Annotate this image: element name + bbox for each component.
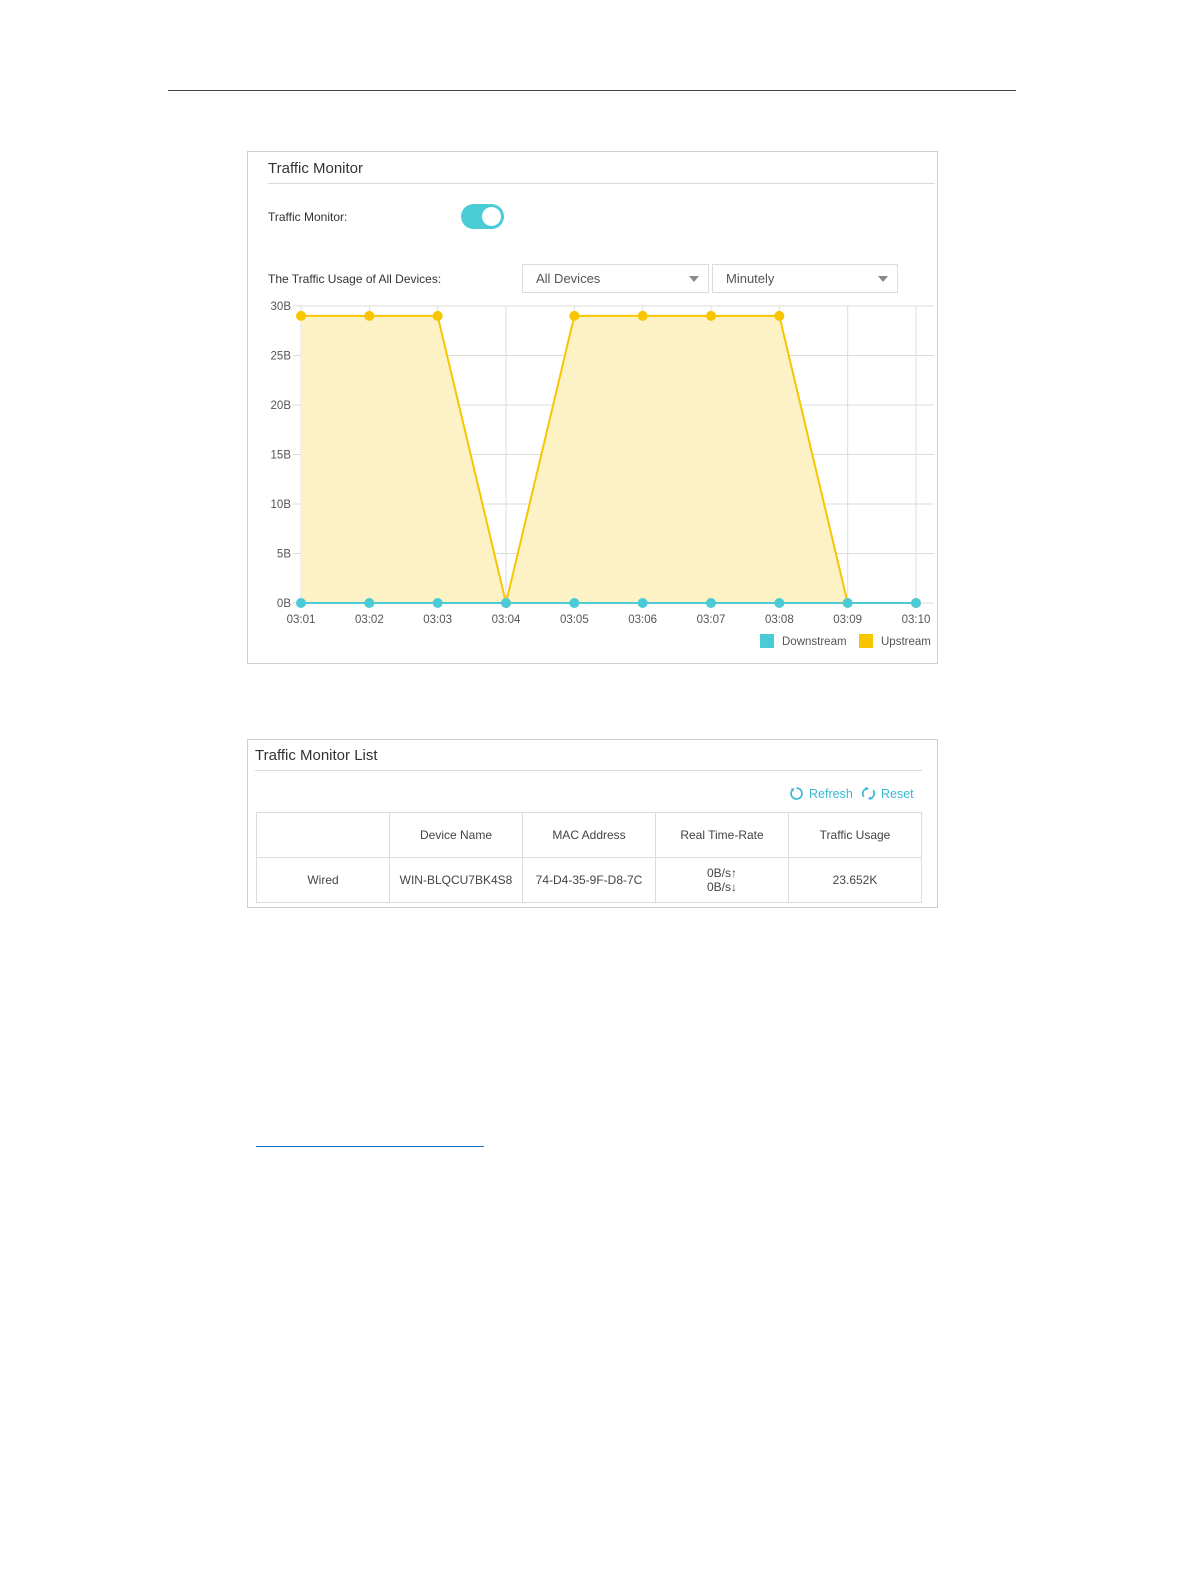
y-tick-label: 20B (271, 400, 292, 412)
cell-device-name: WIN-BLQCU7BK4S8 (389, 857, 523, 903)
downstream-point (569, 598, 580, 608)
refresh-icon (790, 787, 803, 800)
chart-areas (301, 315, 916, 603)
traffic-chart: 0B 5B 10B 15B 20B 25B 30B 03:01 03:02 03:03 03:04… (271, 301, 934, 648)
x-tick-label: 03:07 (697, 614, 726, 626)
x-tick-label: 03:09 (833, 614, 862, 626)
upstream-point (296, 310, 306, 321)
column-header-device-name: Device Name (389, 812, 523, 858)
reset-label: Reset (881, 786, 914, 801)
x-tick-label: 03:04 (492, 614, 521, 626)
downstream-point (774, 598, 785, 608)
downstream-point (706, 598, 716, 608)
downstream-point (637, 598, 648, 608)
x-tick-label: 03:01 (287, 614, 316, 626)
cell-mac-address: 74-D4-35-9F-D8-7C (522, 857, 656, 903)
legend-label-upstream: Upstream (881, 636, 931, 648)
downstream-point (432, 598, 443, 608)
reset-button[interactable]: Reset (861, 786, 914, 801)
upstream-point (364, 310, 375, 321)
x-tick-label: 03:03 (423, 614, 452, 626)
column-header-mac-address: MAC Address (522, 812, 656, 858)
x-tick-label: 03:02 (355, 614, 384, 626)
legend-label-downstream: Downstream (782, 636, 847, 648)
list-title-separator (255, 770, 922, 771)
x-tick-label: 03:06 (628, 614, 657, 626)
y-tick-label: 10B (271, 499, 292, 511)
upstream-point (637, 310, 648, 321)
chart-legend: Downstream Upstream (760, 634, 931, 648)
reset-icon (861, 786, 876, 801)
column-header-real-time-rate: Real Time-Rate (655, 812, 789, 858)
cell-type: Wired (256, 857, 390, 903)
upstream-point (774, 310, 785, 321)
refresh-button[interactable]: Refresh (789, 786, 853, 801)
traffic-monitor-list-panel: Traffic Monitor List Refresh Reset Devic… (247, 739, 938, 908)
x-tick-label: 03:08 (765, 614, 794, 626)
cell-traffic-usage: 23.652K (788, 857, 922, 903)
traffic-monitor-panel: Traffic Monitor Traffic Monitor: The Tra… (247, 151, 938, 664)
downstream-point (842, 598, 853, 608)
table-header-row: Device Name MAC Address Real Time-Rate T… (256, 812, 922, 858)
y-tick-label: 5B (277, 549, 291, 561)
upstream-area (301, 315, 916, 603)
downstream-point (501, 598, 511, 608)
table-row: Wired WIN-BLQCU7BK4S8 74-D4-35-9F-D8-7C … (256, 857, 922, 903)
y-tick-label: 0B (277, 598, 291, 610)
y-tick-label: 15B (271, 450, 292, 462)
page-header-rule (168, 90, 1016, 91)
upstream-point (432, 310, 443, 321)
x-tick-label: 03:05 (560, 614, 589, 626)
cell-real-time-rate: 0B/s↑ 0B/s↓ (655, 857, 789, 903)
column-header-traffic-usage: Traffic Usage (788, 812, 922, 858)
downstream-point (296, 598, 306, 608)
link-underline (256, 1146, 484, 1147)
downstream-point (364, 598, 375, 608)
rate-down: 0B/s↓ (706, 880, 737, 894)
rate-up: 0B/s↑ (706, 866, 737, 880)
column-header-type (256, 812, 390, 858)
upstream-point (569, 310, 580, 321)
refresh-label: Refresh (809, 786, 853, 801)
legend-swatch-upstream (859, 634, 873, 648)
upstream-point (706, 310, 716, 321)
downstream-point (911, 598, 921, 608)
x-tick-label: 03:10 (902, 614, 931, 626)
legend-swatch-downstream (760, 634, 774, 648)
y-tick-label: 25B (271, 351, 292, 363)
traffic-monitor-table: Device Name MAC Address Real Time-Rate T… (256, 812, 922, 903)
x-axis-ticks: 03:01 03:02 03:03 03:04 03:05 03:06 03:07 03:08… (287, 614, 931, 626)
y-axis-ticks: 0B 5B 10B 15B 20B 25B 30B (271, 301, 292, 610)
list-title: Traffic Monitor List (255, 747, 378, 764)
y-tick-label: 30B (271, 301, 292, 313)
